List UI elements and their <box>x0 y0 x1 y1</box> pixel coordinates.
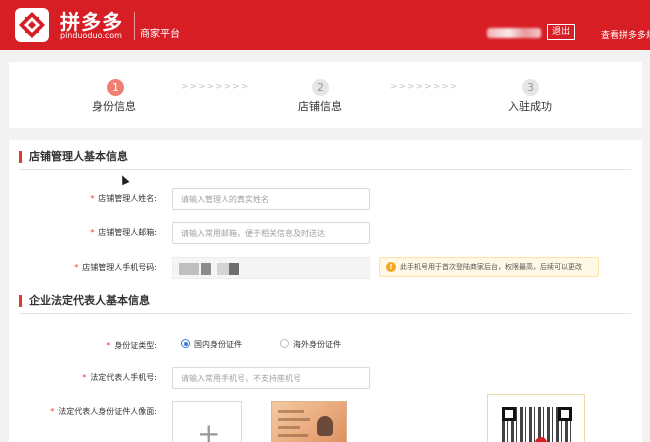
qr-code-panel <box>487 394 585 442</box>
step-3-label: 入驻成功 <box>508 100 552 113</box>
step-2-circle: 2 <box>312 79 329 96</box>
id-card-sample-image <box>271 401 347 442</box>
sample-text-line <box>278 418 310 421</box>
manager-email-input[interactable] <box>172 222 370 244</box>
view-rules-link[interactable]: 查看拼多多规 <box>601 28 650 41</box>
platform-label: 商家平台 <box>140 29 180 40</box>
qr-finder-icon <box>502 407 516 421</box>
pinduoduo-logo-icon[interactable] <box>14 7 50 43</box>
step-1-circle: 1 <box>107 79 124 96</box>
registration-form: 店铺管理人基本信息 *店铺管理人姓名: *店铺管理人邮箱: *店铺管理人手机号码… <box>9 140 642 442</box>
sample-text-line <box>278 434 308 437</box>
id-photo-label: * 法定代表人身份证件人像面: <box>50 407 157 416</box>
warning-icon: ! <box>386 262 396 272</box>
registration-steps: 1 身份信息 >>>>>>>> 2 店铺信息 >>>>>>>> 3 入驻成功 <box>9 62 642 128</box>
radio-domestic-id[interactable]: 国内身份证件 <box>181 339 242 350</box>
step-1-label: 身份信息 <box>92 100 136 113</box>
masked-digits <box>229 263 239 275</box>
sample-text-line <box>278 426 300 429</box>
manager-email-label: * 店铺管理人邮箱: <box>90 228 157 237</box>
id-photo-upload-button[interactable]: + <box>172 401 242 442</box>
section-divider <box>19 313 631 314</box>
blurred-username <box>487 28 541 38</box>
masked-digits <box>201 263 211 275</box>
step-3-circle: 3 <box>522 79 539 96</box>
section-divider <box>19 169 631 170</box>
brand-domain: pinduoduo.com <box>60 31 122 40</box>
radio-overseas-id[interactable]: 海外身份证件 <box>280 339 341 350</box>
manager-phone-field[interactable] <box>172 257 370 279</box>
manager-name-input[interactable] <box>172 188 370 210</box>
step-2-label: 店铺信息 <box>298 100 342 113</box>
radio-unchecked-icon <box>280 339 289 348</box>
phone-tip-banner: ! 此手机号用于首次登陆商家后台，权限最高，后续可以更改 <box>379 257 599 277</box>
logout-button[interactable]: 退出 <box>547 24 576 40</box>
section-title-legal: 企业法定代表人基本信息 <box>19 295 150 307</box>
brand-divider <box>134 12 135 40</box>
legal-phone-label: * 法定代表人手机号: <box>82 373 157 382</box>
legal-phone-input[interactable] <box>172 367 370 389</box>
qr-finder-icon <box>558 407 572 421</box>
sample-text-line <box>278 410 304 413</box>
phone-tip-text: 此手机号用于首次登陆商家后台，权限最高，后续可以更改 <box>400 263 582 271</box>
id-type-label: * 身份证类型: <box>106 341 157 350</box>
step-arrows-1: >>>>>>>> <box>181 82 250 92</box>
section-title-manager: 店铺管理人基本信息 <box>19 151 128 163</box>
plus-icon: + <box>197 417 221 442</box>
manager-name-label: * 店铺管理人姓名: <box>90 194 157 203</box>
manager-phone-label: * 店铺管理人手机号码: <box>74 263 157 272</box>
masked-digits <box>179 263 199 275</box>
portrait-icon <box>317 416 333 436</box>
top-navigation-bar: 拼多多 pinduoduo.com 商家平台 退出 查看拼多多规 <box>0 0 650 50</box>
radio-checked-icon <box>181 339 190 348</box>
pinduoduo-badge-icon <box>535 437 547 442</box>
step-arrows-2: >>>>>>>> <box>390 82 459 92</box>
